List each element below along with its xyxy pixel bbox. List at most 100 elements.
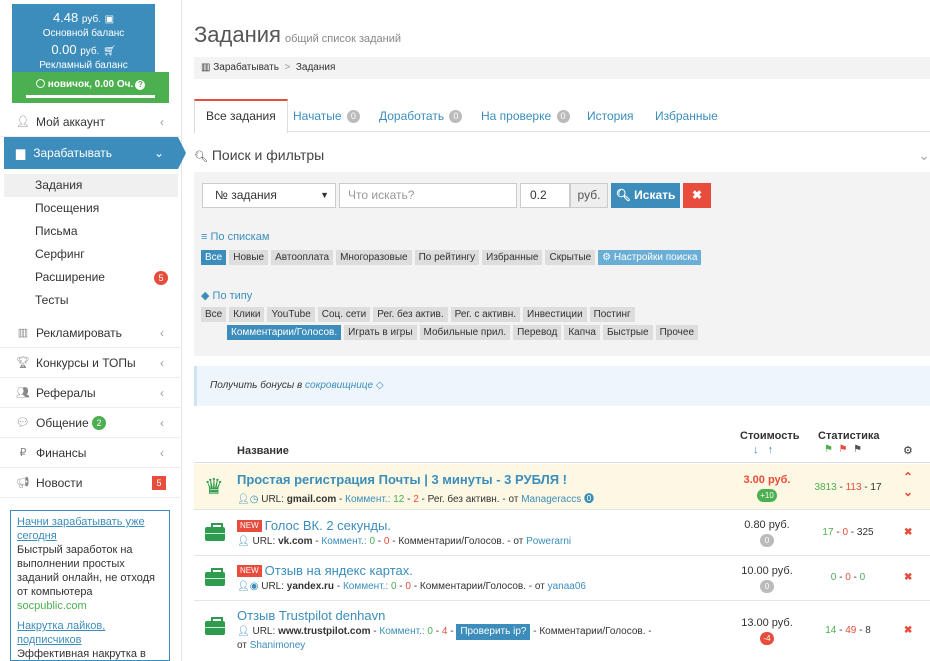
- tab-history[interactable]: История: [587, 99, 634, 132]
- tab-rework[interactable]: Доработать 0: [379, 99, 463, 132]
- promo-text-likes: Эффективная накрутка в: [17, 648, 146, 660]
- sidebar-item-news[interactable]: 📢︎ Новости 5: [0, 468, 182, 498]
- clear-button[interactable]: ✖: [683, 183, 711, 208]
- promo-link-likes[interactable]: Накрутка лайков, подписчиков: [17, 620, 105, 646]
- table-row[interactable]: NEW Отзыв на яндекс картах. 👤︎◉ URL: yand…: [194, 556, 930, 601]
- search-button[interactable]: 🔍︎ Искать: [611, 183, 680, 208]
- type-chip[interactable]: Все: [201, 307, 227, 322]
- search-query-input[interactable]: Что искать?: [339, 183, 517, 208]
- hide-task-button[interactable]: ✖: [904, 527, 912, 538]
- sort-down-icon[interactable]: ↓: [753, 444, 759, 456]
- author-link[interactable]: Powerarni: [526, 536, 571, 547]
- filter-chip[interactable]: По рейтингу: [414, 250, 480, 265]
- row-arrows: ⌃ ⌄: [903, 470, 913, 500]
- balance-panel[interactable]: 4.48 руб. ▣ Основной баланс 0.00 руб. 🛒︎…: [12, 4, 155, 72]
- type-chip[interactable]: Инвестиции: [523, 307, 587, 322]
- author-link[interactable]: Manageraccs: [521, 494, 581, 505]
- user-status[interactable]: новичок, 0.00 Оч.?: [12, 72, 169, 103]
- cart-icon: 🛒︎: [102, 46, 116, 57]
- sidebar-item-advertise[interactable]: ▥ Рекламировать ‹: [0, 318, 182, 348]
- type-chip[interactable]: Постинг: [589, 307, 635, 322]
- filter-chip[interactable]: Новые: [229, 250, 269, 265]
- task-title-text: Отзыв на яндекс картах.: [264, 563, 413, 578]
- author-link[interactable]: Shanimoney: [250, 640, 306, 651]
- task-title-text: Голос ВК. 2 секунды.: [264, 518, 391, 533]
- comments-label[interactable]: Коммент.:: [343, 581, 388, 592]
- help-icon[interactable]: ⓿: [584, 494, 594, 505]
- ad-balance-label: Рекламный баланс: [39, 60, 128, 71]
- search-field-select[interactable]: № задания ▼: [202, 183, 336, 208]
- promo-site[interactable]: socpublic.com: [17, 600, 87, 612]
- type-chip[interactable]: Рег. с активн.: [450, 307, 521, 322]
- sidebar-item-chat[interactable]: 💬︎ Общение 2 ‹: [0, 408, 182, 438]
- tab-review[interactable]: На проверке 0: [481, 99, 570, 132]
- sort-up-icon[interactable]: ↑: [768, 444, 774, 456]
- type-chip[interactable]: Соц. сети: [317, 307, 371, 322]
- filter-chip[interactable]: Автооплата: [271, 250, 334, 265]
- type-chip[interactable]: Клики: [229, 307, 265, 322]
- task-price: 0.80 руб.: [744, 519, 790, 531]
- task-title[interactable]: NEW Отзыв на яндекс картах.: [237, 563, 413, 578]
- submenu-tasks[interactable]: Задания: [4, 174, 178, 197]
- type-chip[interactable]: Комментарии/Голосов.: [227, 325, 342, 340]
- table-row[interactable]: Отзыв Trustpilot denhavn 👤︎ URL: www.tru…: [194, 601, 930, 661]
- type-chip[interactable]: Капча: [564, 325, 600, 340]
- submenu-letters[interactable]: Письма: [4, 220, 178, 243]
- submenu-tests[interactable]: Тесты: [4, 289, 178, 312]
- type-chip[interactable]: Рег. без актив.: [373, 307, 448, 322]
- tab-all[interactable]: Все задания: [194, 99, 288, 133]
- comments-label[interactable]: Коммент.:: [345, 494, 390, 505]
- promo-link-earn[interactable]: Начни зарабатывать уже сегодня: [17, 516, 145, 542]
- col-stats: Статистика: [818, 430, 880, 442]
- filter-chip[interactable]: Многоразовые: [336, 250, 412, 265]
- author-link[interactable]: yanaa06: [548, 581, 586, 592]
- price-badge: +10: [757, 489, 777, 502]
- type-chip[interactable]: Прочее: [655, 325, 699, 340]
- filter-chip[interactable]: Избранные: [482, 250, 543, 265]
- users-icon: 👥︎: [16, 386, 30, 399]
- type-chip[interactable]: Играть в игры: [344, 325, 417, 340]
- treasury-link[interactable]: сокровищнице: [305, 380, 373, 391]
- col-name: Название: [237, 445, 289, 457]
- tab-favorites[interactable]: Избранные: [655, 99, 718, 132]
- task-title[interactable]: Простая регистрация Почты | 3 минуты - 3…: [237, 472, 567, 487]
- type-chip[interactable]: YouTube: [267, 307, 315, 322]
- filter-chip[interactable]: Все: [201, 250, 227, 265]
- hide-task-button[interactable]: ✖: [904, 572, 912, 583]
- sidebar-item-referrals[interactable]: 👥︎ Рефералы ‹: [0, 378, 182, 408]
- search-settings-button[interactable]: ⚙ Настройки поиска: [598, 250, 702, 265]
- check-ip-button[interactable]: Проверить ip?: [456, 624, 531, 640]
- promo-box: Начни зарабатывать уже сегодня Быстрый з…: [10, 510, 170, 661]
- help-icon[interactable]: ?: [135, 80, 146, 90]
- task-meta: 👤︎◉ URL: yandex.ru - Коммент.: 0 - 0 - К…: [237, 581, 586, 592]
- table-settings-icon[interactable]: ⚙: [903, 444, 913, 457]
- type-chip[interactable]: Быстрые: [602, 325, 653, 340]
- price-badge-wrap: -4: [724, 632, 810, 645]
- sidebar-item-earn[interactable]: ▆ Зарабатывать ⌄: [4, 137, 186, 169]
- hide-task-button[interactable]: ✖: [904, 625, 912, 636]
- globe-icon: ◉: [249, 581, 259, 592]
- submenu-surfing[interactable]: Серфинг: [4, 243, 178, 266]
- table-row[interactable]: ♛ Простая регистрация Почты | 3 минуты -…: [194, 464, 930, 510]
- task-title[interactable]: Отзыв Trustpilot denhavn: [237, 608, 385, 623]
- table-row[interactable]: NEW Голос ВК. 2 секунды. 👤︎ URL: vk.com -…: [194, 510, 930, 556]
- type-chip[interactable]: Перевод: [513, 325, 562, 340]
- submenu-visits[interactable]: Посещения: [4, 197, 178, 220]
- tab-started[interactable]: Начатые 0: [293, 99, 360, 132]
- sidebar-item-finance[interactable]: ₽ Финансы ‹: [0, 438, 182, 468]
- task-title[interactable]: NEW Голос ВК. 2 секунды.: [237, 518, 391, 533]
- comments-label[interactable]: Коммент.:: [321, 536, 366, 547]
- sidebar-item-account[interactable]: 👤︎ Мой аккаунт ‹: [0, 107, 182, 137]
- type-chip[interactable]: Мобильные прил.: [419, 325, 511, 340]
- sidebar-item-contests[interactable]: 🏆︎ Конкурсы и ТОПы ‹: [0, 348, 182, 378]
- chevron-up-icon[interactable]: ⌃: [903, 470, 913, 485]
- min-price-input[interactable]: 0.2: [520, 183, 570, 208]
- submenu-extension[interactable]: Расширение 5: [4, 266, 178, 289]
- stat-pending: 17: [870, 482, 882, 493]
- filter-chip[interactable]: Скрытые: [545, 250, 596, 265]
- search-filters-toggle[interactable]: 🔍︎ Поиск и фильтры ⌄: [194, 147, 930, 165]
- task-url: www.trustpilot.com: [278, 626, 371, 637]
- chevron-down-icon[interactable]: ⌄: [903, 485, 913, 500]
- comments-label[interactable]: Коммент.:: [379, 626, 424, 637]
- breadcrumb-root[interactable]: Зарабатывать: [213, 62, 279, 73]
